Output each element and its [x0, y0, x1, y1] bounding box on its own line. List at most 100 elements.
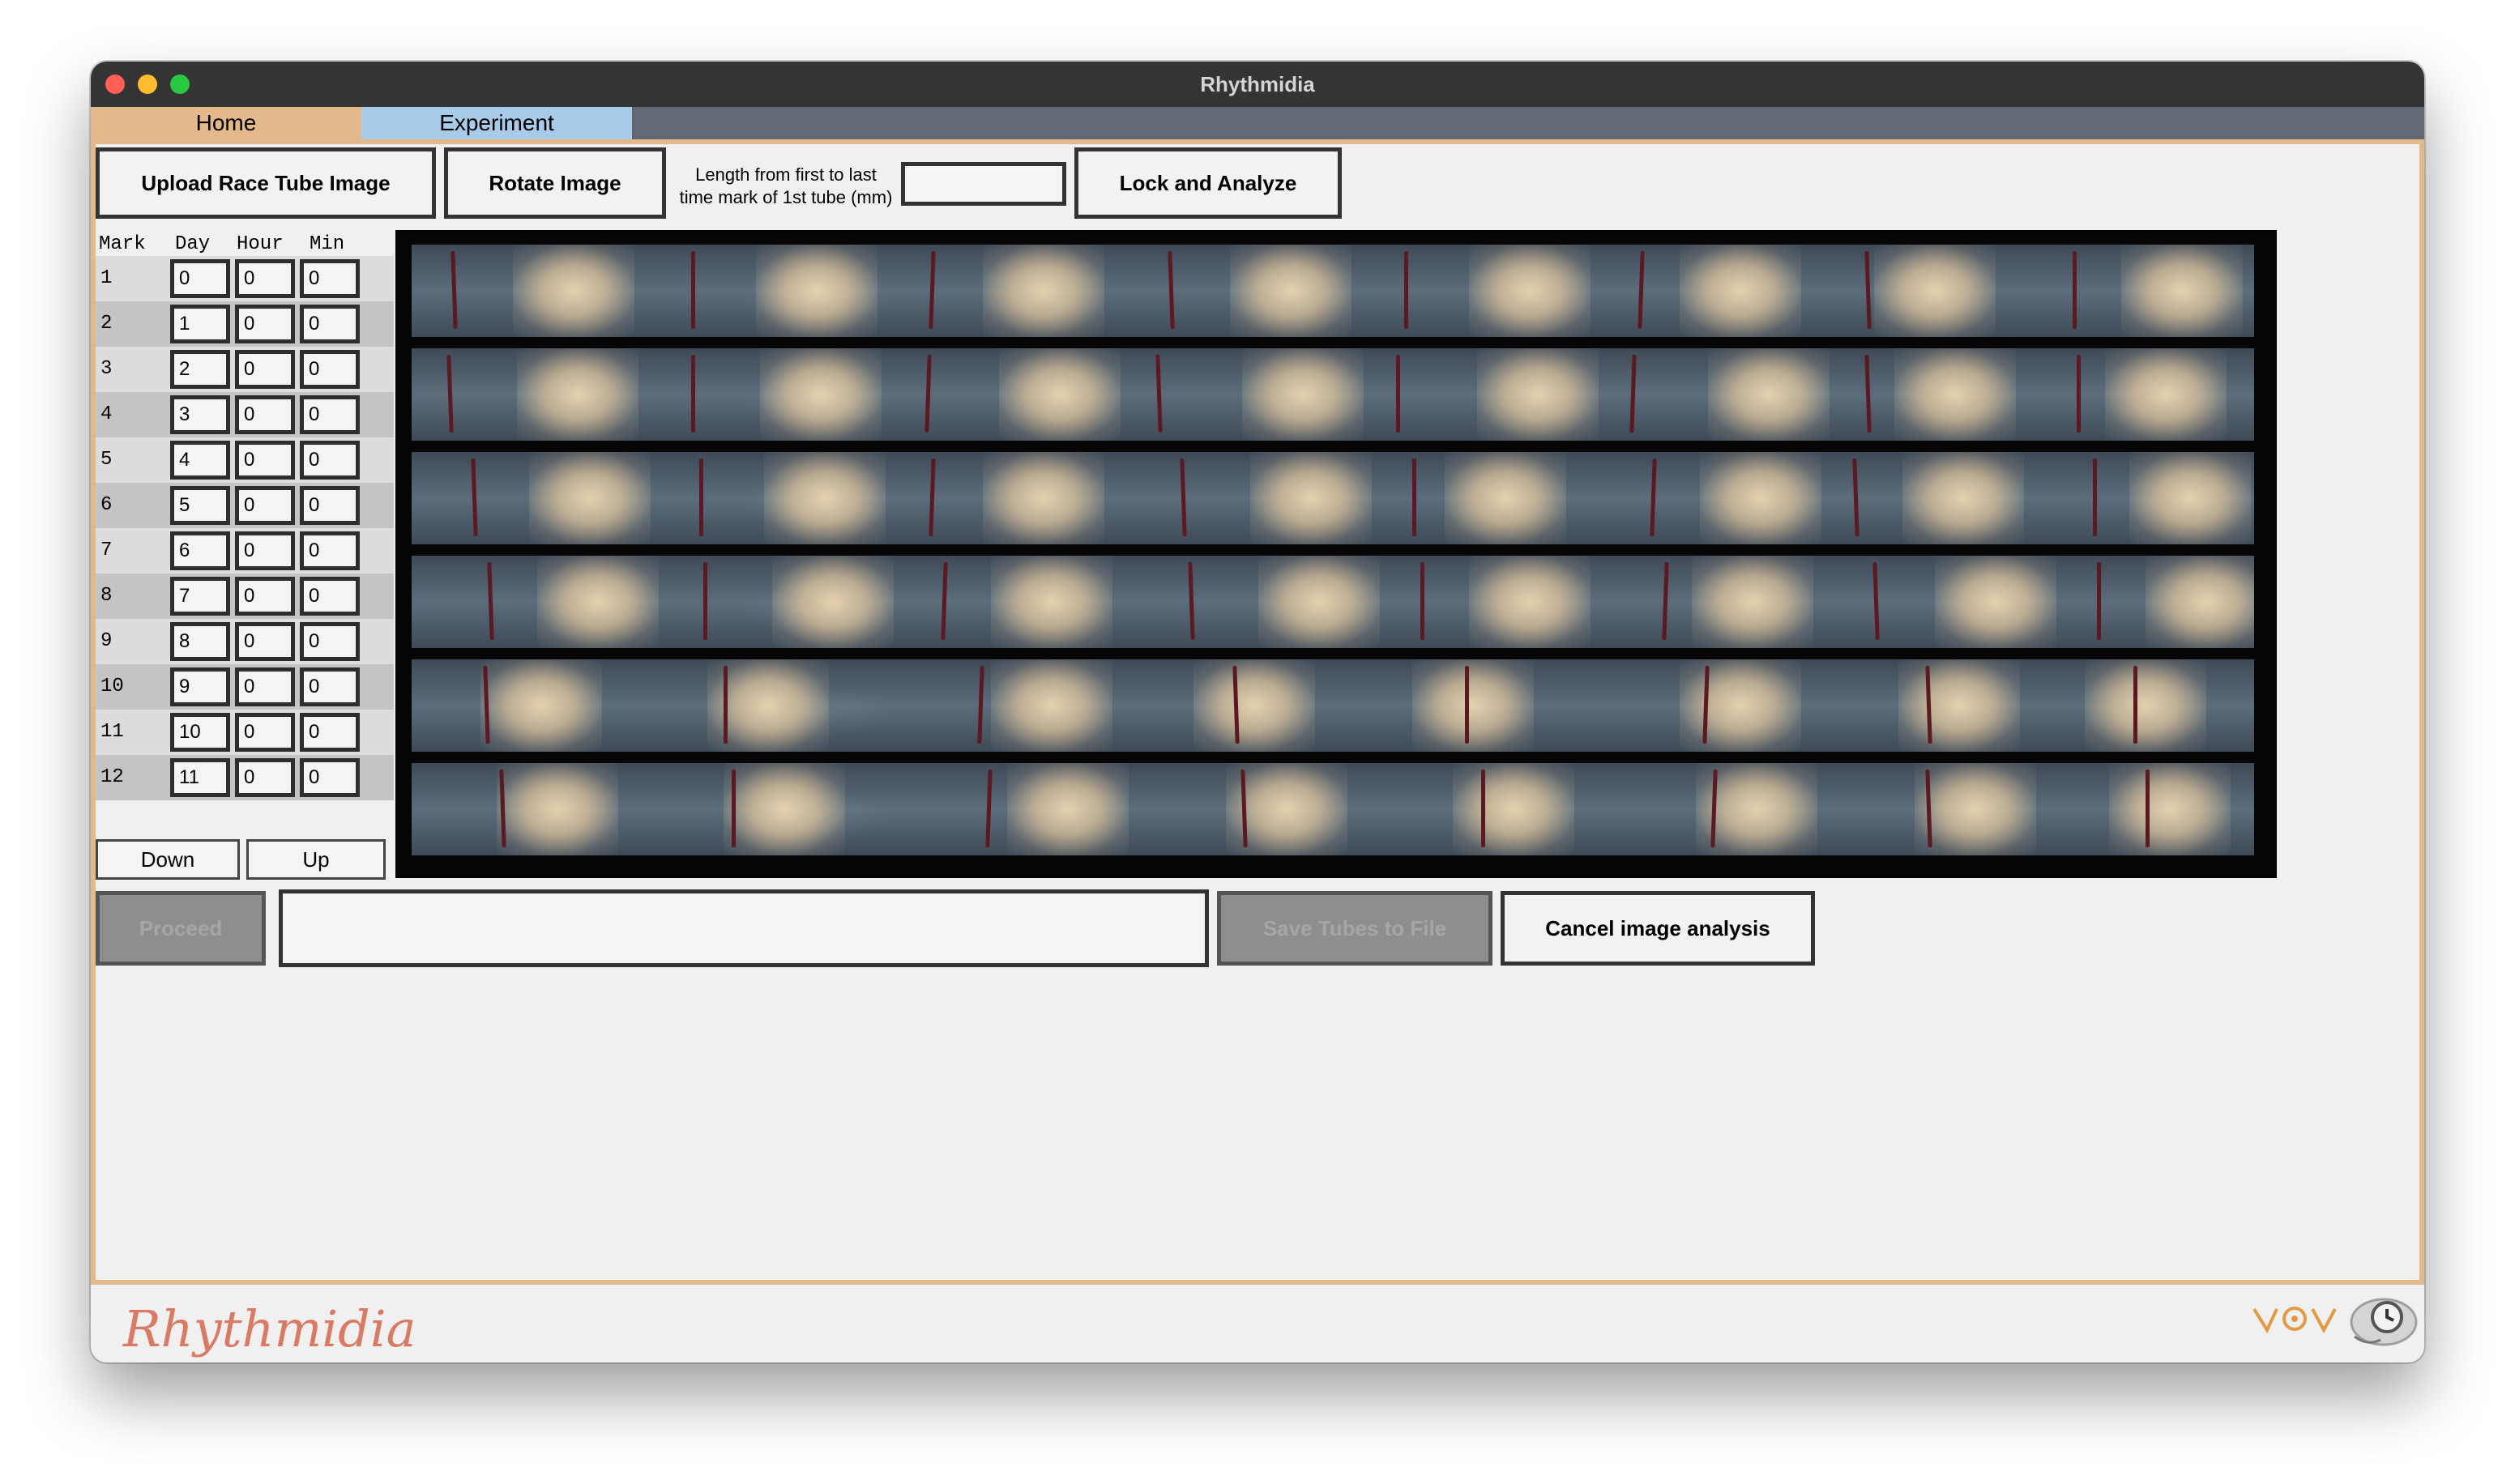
mark-number: 8: [100, 585, 113, 607]
growth-time-mark: [1662, 561, 1669, 641]
conidiation-band: [1453, 763, 1574, 855]
hour-input[interactable]: 0: [235, 305, 295, 343]
min-input[interactable]: 0: [300, 758, 360, 797]
mark-number: 5: [100, 449, 113, 471]
growth-time-mark: [1481, 770, 1485, 847]
min-input[interactable]: 0: [300, 577, 360, 616]
mark-row: 7600: [96, 528, 394, 574]
growth-time-mark: [2133, 666, 2137, 744]
min-input[interactable]: 0: [300, 486, 360, 525]
conidiation-band: [2105, 348, 2227, 441]
growth-time-mark: [977, 665, 984, 744]
mark-row: 5400: [96, 437, 394, 483]
day-input[interactable]: 3: [170, 395, 230, 434]
mark-number: 11: [100, 721, 124, 743]
growth-time-mark: [1168, 250, 1175, 330]
hour-input[interactable]: 0: [235, 713, 295, 752]
rotate-image-button[interactable]: Rotate Image: [444, 147, 666, 219]
cancel-image-analysis-button[interactable]: Cancel image analysis: [1501, 891, 1815, 966]
tab-home[interactable]: Home: [91, 107, 361, 139]
growth-time-mark: [2093, 458, 2097, 536]
conidiation-band: [1915, 763, 2036, 855]
day-input[interactable]: 10: [170, 713, 230, 752]
day-input[interactable]: 5: [170, 486, 230, 525]
hour-input[interactable]: 0: [235, 395, 295, 434]
down-button[interactable]: Down: [96, 839, 240, 880]
day-input[interactable]: 4: [170, 441, 230, 480]
conidiation-band: [2085, 659, 2206, 752]
save-tubes-to-file-button[interactable]: Save Tubes to File: [1217, 891, 1492, 966]
tab-experiment[interactable]: Experiment: [361, 107, 632, 139]
conidiation-band: [517, 348, 638, 441]
hour-input[interactable]: 0: [235, 758, 295, 797]
time-mark-table: Mark Day Hour Min 1000210032004300540065…: [96, 232, 394, 800]
race-tube-image[interactable]: [395, 230, 2277, 878]
min-input[interactable]: 0: [300, 713, 360, 752]
conidiation-band: [2146, 556, 2254, 648]
app-window: Rhythmidia Home Experiment Upload Race T…: [91, 62, 2424, 1362]
header-day: Day: [175, 233, 211, 255]
min-input[interactable]: 0: [300, 441, 360, 480]
mark-row: 1000: [96, 256, 394, 301]
mark-row: 8700: [96, 574, 394, 619]
day-input[interactable]: 8: [170, 622, 230, 661]
day-input[interactable]: 0: [170, 259, 230, 298]
conidiation-band: [1250, 452, 1372, 544]
hour-input[interactable]: 0: [235, 441, 295, 480]
status-field[interactable]: [279, 889, 1209, 967]
min-input[interactable]: 0: [300, 622, 360, 661]
min-input[interactable]: 0: [300, 305, 360, 343]
day-input[interactable]: 6: [170, 531, 230, 570]
hour-input[interactable]: 0: [235, 531, 295, 570]
conidiation-band: [513, 245, 634, 337]
mark-number: 10: [100, 676, 124, 697]
hour-input[interactable]: 0: [235, 350, 295, 389]
conidiation-band: [1898, 659, 2020, 752]
lock-and-analyze-button[interactable]: Lock and Analyze: [1074, 147, 1342, 219]
conidiation-band: [2121, 245, 2243, 337]
mark-row: 11 10 0 0: [96, 710, 394, 755]
min-input[interactable]: 0: [300, 350, 360, 389]
length-input[interactable]: [901, 162, 1066, 206]
day-input[interactable]: 11: [170, 758, 230, 797]
growth-time-mark: [2097, 562, 2101, 640]
hour-input[interactable]: 0: [235, 667, 295, 706]
conidiation-band: [1469, 556, 1591, 648]
hour-input[interactable]: 0: [235, 622, 295, 661]
hour-input[interactable]: 0: [235, 486, 295, 525]
conidiation-band: [991, 556, 1112, 648]
growth-time-mark: [929, 250, 936, 330]
mark-number: 9: [100, 630, 113, 652]
growth-time-mark: [446, 354, 454, 433]
day-input[interactable]: 9: [170, 667, 230, 706]
day-input[interactable]: 7: [170, 577, 230, 616]
proceed-button[interactable]: Proceed: [96, 891, 266, 966]
min-input[interactable]: 0: [300, 667, 360, 706]
window-title: Rhythmidia: [1200, 72, 1315, 96]
min-input[interactable]: 0: [300, 259, 360, 298]
length-label-line2: time mark of 1st tube (mm): [679, 187, 893, 207]
hour-input[interactable]: 0: [235, 577, 295, 616]
mark-number: 7: [100, 539, 113, 561]
mark-row: 6500: [96, 483, 394, 528]
up-button[interactable]: Up: [246, 839, 386, 880]
header-min: Min: [310, 233, 345, 255]
conidiation-band: [1258, 556, 1380, 648]
conidiation-band: [2129, 452, 2251, 544]
growth-time-mark: [1396, 355, 1400, 433]
min-input[interactable]: 0: [300, 531, 360, 570]
conidiation-band: [1692, 556, 1813, 648]
day-input[interactable]: 2: [170, 350, 230, 389]
race-tube: [412, 245, 2254, 337]
conidiation-band: [1874, 245, 1996, 337]
min-input[interactable]: 0: [300, 395, 360, 434]
hour-input[interactable]: 0: [235, 259, 295, 298]
upload-race-tube-image-button[interactable]: Upload Race Tube Image: [96, 147, 436, 219]
conidiation-band: [1894, 348, 2016, 441]
growth-time-mark: [1864, 354, 1872, 433]
conidiation-band: [537, 556, 659, 648]
growth-time-mark: [724, 666, 728, 744]
growth-time-mark: [929, 458, 936, 537]
conidiation-band: [991, 659, 1112, 752]
day-input[interactable]: 1: [170, 305, 230, 343]
